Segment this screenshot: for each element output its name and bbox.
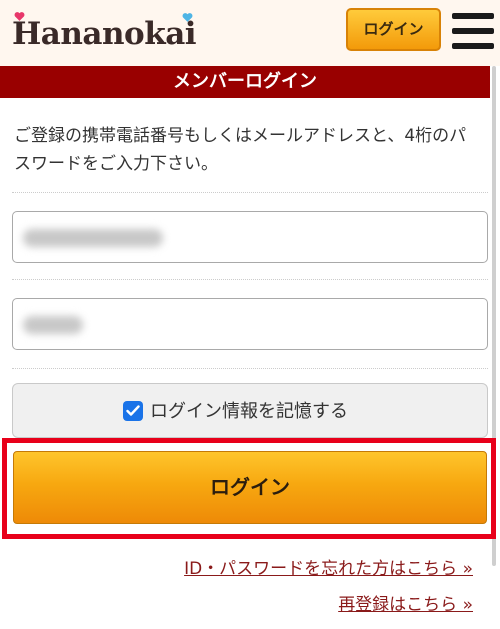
divider <box>12 279 488 280</box>
header-login-button[interactable]: ログイン <box>346 8 441 51</box>
forgot-password-link[interactable]: ID・パスワードを忘れた方はこちら » <box>184 554 473 579</box>
login-instructions: ご登録の携帯電話番号もしくはメールアドレスと、4桁のパスワードをご入力下さい。 <box>14 126 467 174</box>
heart-pink-icon <box>14 12 25 21</box>
hamburger-bar <box>452 43 494 49</box>
remember-login-option[interactable]: ログイン情報を記憶する <box>12 383 488 438</box>
re-register-link[interactable]: 再登録はこちら » <box>338 590 473 615</box>
heart-blue-icon <box>182 13 193 22</box>
hamburger-bar <box>452 28 494 34</box>
site-header: Hananokai ログイン <box>0 0 500 66</box>
password-input[interactable] <box>12 298 488 350</box>
login-submit-button[interactable]: ログイン <box>13 451 487 524</box>
page-title: メンバーログイン <box>0 66 490 98</box>
phone-email-input[interactable] <box>12 211 488 263</box>
redacted-value <box>23 229 163 247</box>
divider <box>12 368 488 369</box>
hamburger-menu-icon[interactable] <box>452 13 494 49</box>
redacted-value <box>23 316 83 334</box>
remember-label[interactable]: ログイン情報を記憶する <box>150 384 348 439</box>
checkmark-icon <box>126 405 140 416</box>
site-logo[interactable]: Hananokai <box>12 14 197 54</box>
hamburger-bar <box>452 13 494 19</box>
logo-text: Hananokai <box>12 16 197 52</box>
remember-checkbox[interactable] <box>123 401 143 421</box>
divider <box>12 192 488 193</box>
